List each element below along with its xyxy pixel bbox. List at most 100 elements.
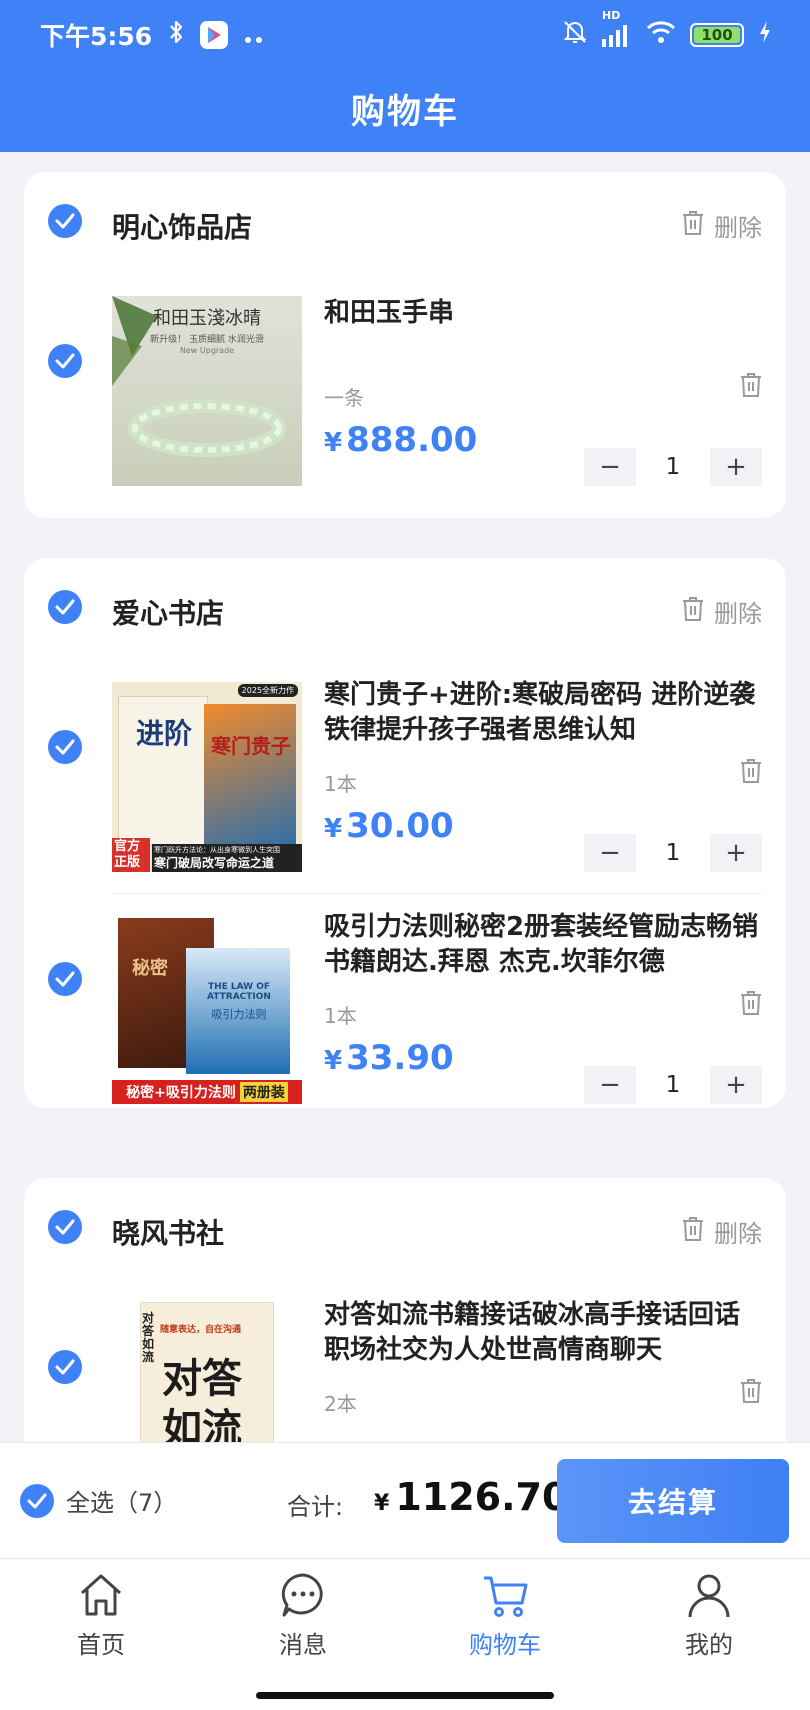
- price-value: 30.00: [346, 806, 454, 846]
- status-bar: 下午5:56 HD 100: [0, 0, 810, 70]
- silent-bell-icon: [562, 19, 588, 51]
- page-title: 购物车: [351, 92, 459, 132]
- shop-delete-button[interactable]: 删除: [682, 1214, 762, 1249]
- tab-label: 购物车: [469, 1631, 541, 1659]
- product-image-side: 对答如流: [142, 1311, 155, 1364]
- quantity-value[interactable]: 1: [636, 454, 710, 480]
- shop-delete-label: 删除: [714, 214, 762, 242]
- product-image-title: 和田玉淺冰晴: [153, 308, 261, 329]
- product-image-corner: 官方正版: [112, 838, 150, 872]
- shop-card: 晓风书社 删除 对答如流 随意表达，自在沟通 对答 如流 对答如流书籍接话破冰高…: [24, 1178, 786, 1442]
- product-spec[interactable]: 2本: [324, 1388, 357, 1417]
- currency-symbol: ¥: [374, 1491, 390, 1516]
- product-image-tag: 2025全新力作: [237, 684, 298, 697]
- product-spec[interactable]: 1本: [324, 768, 357, 797]
- tab-label: 我的: [685, 1631, 733, 1659]
- play-store-icon: [200, 21, 229, 49]
- trash-icon: [682, 596, 704, 628]
- shop-delete-label: 删除: [714, 1220, 762, 1248]
- shop-checkbox[interactable]: [48, 590, 82, 624]
- quantity-stepper: − 1 +: [584, 834, 762, 872]
- tab-home[interactable]: 首页: [41, 1571, 161, 1660]
- total-label: 合计:: [287, 1493, 344, 1521]
- item-delete-button[interactable]: [740, 990, 762, 1020]
- product-spec[interactable]: 1本: [324, 1000, 357, 1029]
- checkout-bar: 全选（7） 合计: ¥1126.70 去结算: [0, 1442, 810, 1558]
- product-image[interactable]: 2025全新力作 进阶 寒门贵子 寒门跃升方法论：从出身寒微到人生突围 寒门破局…: [112, 682, 302, 872]
- trash-icon: [741, 1379, 761, 1403]
- item-checkbox[interactable]: [48, 1350, 82, 1384]
- decrease-button[interactable]: −: [584, 834, 636, 872]
- shop-checkbox[interactable]: [48, 1210, 82, 1244]
- increase-button[interactable]: +: [710, 1066, 762, 1104]
- profile-icon: [688, 1574, 730, 1618]
- currency-symbol: ¥: [324, 428, 343, 458]
- cart-icon: [484, 1576, 528, 1617]
- item-checkbox[interactable]: [48, 344, 82, 378]
- decrease-button[interactable]: −: [584, 448, 636, 486]
- tab-label: 消息: [279, 1631, 327, 1659]
- charging-icon: [758, 20, 772, 50]
- home-indicator[interactable]: [256, 1692, 554, 1699]
- signal-icon: HD: [602, 9, 632, 47]
- quantity-value[interactable]: 1: [636, 1072, 710, 1098]
- shop-checkbox[interactable]: [48, 204, 82, 238]
- trash-icon: [741, 759, 761, 783]
- quantity-stepper: − 1 +: [584, 1066, 762, 1104]
- product-image-band2: 两册装: [239, 1082, 288, 1102]
- total-value: 1126.70: [395, 1475, 569, 1519]
- home-icon: [80, 1574, 122, 1616]
- product-image-subtitle: 新升级！ 玉质细腻 水润光滑: [150, 335, 264, 345]
- shop-delete-label: 删除: [714, 600, 762, 628]
- item-checkbox[interactable]: [48, 730, 82, 764]
- app-header: 下午5:56 HD 100 购物车: [0, 0, 810, 152]
- select-all-label: 全选（7）: [66, 1489, 178, 1517]
- total-amount: ¥1126.70: [374, 1475, 568, 1519]
- item-checkbox[interactable]: [48, 962, 82, 996]
- product-spec[interactable]: 一条: [324, 382, 364, 411]
- trash-icon: [741, 991, 761, 1015]
- product-image-book2: 寒门贵子: [211, 734, 291, 758]
- item-delete-button[interactable]: [740, 1378, 762, 1408]
- tab-cart[interactable]: 购物车: [445, 1571, 565, 1660]
- product-image[interactable]: 对答如流 随意表达，自在沟通 对答 如流: [112, 1302, 302, 1442]
- bottom-tab-bar: 首页 消息 购物车 我的: [0, 1558, 810, 1710]
- increase-button[interactable]: +: [710, 448, 762, 486]
- item-delete-button[interactable]: [740, 372, 762, 402]
- product-image-sub: 随意表达，自在沟通: [160, 1325, 242, 1335]
- tab-messages[interactable]: 消息: [243, 1571, 363, 1660]
- trash-icon: [682, 1216, 704, 1248]
- cart-list[interactable]: 明心饰品店 删除 和田玉淺冰晴 新升级！ 玉质细腻 水润光滑 New Upgra…: [0, 152, 810, 1442]
- price-value: 888.00: [346, 420, 478, 460]
- product-image[interactable]: 秘密 THE LAW OF ATTRACTION 吸引力法则 秘密+吸引力法则 …: [112, 914, 302, 1104]
- product-image-en: New Upgrade: [179, 346, 235, 355]
- product-image-book2: THE LAW OF ATTRACTION: [207, 982, 271, 1002]
- product-image-band: 秘密+吸引力法则: [126, 1085, 236, 1101]
- shop-name: 明心饰品店: [112, 211, 253, 244]
- product-title[interactable]: 对答如流书籍接话破冰高手接话回话职场社交为人处世高情商聊天: [324, 1298, 764, 1368]
- select-all-toggle[interactable]: 全选（7）: [20, 1483, 177, 1518]
- shop-delete-button[interactable]: 删除: [682, 594, 762, 629]
- decrease-button[interactable]: −: [584, 1066, 636, 1104]
- product-image-band2: 寒门破局改写命运之道: [152, 853, 302, 872]
- battery-level: 100: [701, 26, 733, 44]
- product-title[interactable]: 吸引力法则秘密2册套装经管励志畅销书籍朗达.拜恩 杰克.坎菲尔德: [324, 910, 764, 980]
- tab-profile[interactable]: 我的: [649, 1571, 769, 1660]
- product-title[interactable]: 寒门贵子+进阶:寒破局密码 进阶逆袭铁律提升孩子强者思维认知: [324, 678, 764, 748]
- item-delete-button[interactable]: [740, 758, 762, 788]
- trash-icon: [741, 373, 761, 397]
- quantity-stepper: − 1 +: [584, 448, 762, 486]
- item-divider: [112, 893, 762, 894]
- select-all-checkbox[interactable]: [20, 1483, 54, 1518]
- bluetooth-icon: [168, 19, 184, 51]
- product-price: ¥33.90: [324, 1038, 454, 1078]
- quantity-value[interactable]: 1: [636, 840, 710, 866]
- currency-symbol: ¥: [324, 1046, 343, 1076]
- product-title[interactable]: 和田玉手串: [324, 296, 764, 331]
- network-type-label: HD: [602, 9, 621, 22]
- increase-button[interactable]: +: [710, 834, 762, 872]
- shop-delete-button[interactable]: 删除: [682, 208, 762, 243]
- status-time: 下午5:56: [40, 22, 153, 51]
- product-image[interactable]: 和田玉淺冰晴 新升级！ 玉质细腻 水润光滑 New Upgrade: [112, 296, 302, 486]
- checkout-button[interactable]: 去结算: [557, 1459, 789, 1543]
